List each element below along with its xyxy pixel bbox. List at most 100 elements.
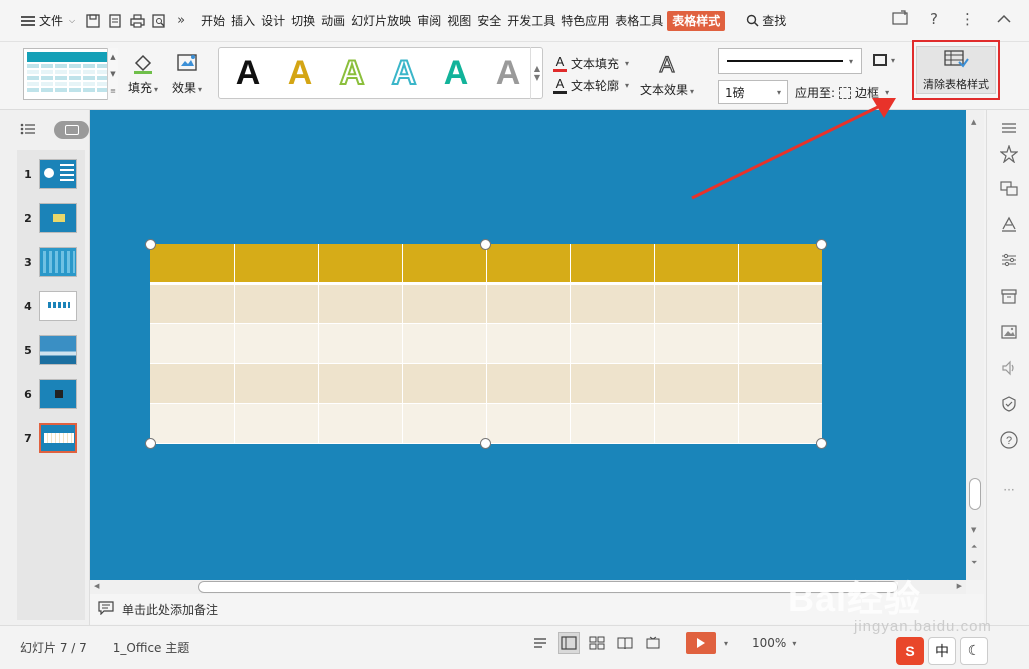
ribbon-tabs: 开始 插入 设计 切换 动画 幻灯片放映 审阅 视图 安全 开发工具 特色应用 … [198, 10, 789, 31]
wordart-style-4[interactable]: A [385, 53, 423, 93]
tab-home[interactable]: 开始 [199, 11, 227, 31]
scroll-up-icon[interactable]: ▲ [534, 64, 540, 73]
wordart-style-2[interactable]: A [281, 53, 319, 93]
slide-sorter-icon[interactable] [586, 632, 608, 654]
slide-thumbnail-3[interactable]: 3 [17, 242, 85, 282]
text-effect-button[interactable]: A 文本效果 ▾ [640, 51, 694, 98]
resize-handle-top[interactable] [480, 239, 491, 250]
scroll-down-icon[interactable]: ▼ [534, 73, 540, 82]
tab-view[interactable]: 视图 [445, 11, 473, 31]
scroll-left-icon[interactable]: ◀ [94, 582, 99, 590]
search-button[interactable]: 查找 [744, 11, 788, 31]
help-icon[interactable]: ? [999, 430, 1019, 450]
wordart-style-6[interactable]: A [489, 53, 527, 93]
expand-gallery-icon[interactable]: ≡ [110, 87, 116, 95]
tab-transition[interactable]: 切换 [289, 11, 317, 31]
wordart-style-5[interactable]: A [437, 53, 475, 93]
scroll-up-icon[interactable]: ▲ [971, 118, 976, 126]
slide-thumbnail-7[interactable]: 7 [17, 418, 85, 458]
presenter-view-icon[interactable] [642, 632, 664, 654]
transition-pane-icon[interactable] [999, 178, 1019, 198]
gallery-scroll[interactable]: ▲ ▼ ≡ [107, 48, 118, 100]
resize-handle-top-left[interactable] [145, 239, 156, 250]
tab-security[interactable]: 安全 [475, 11, 503, 31]
chevron-down-icon: ▾ [891, 55, 896, 65]
more-options-icon[interactable]: ⋮ [960, 10, 975, 28]
fill-button[interactable]: 填充 ▾ [128, 50, 158, 96]
tab-slideshow[interactable]: 幻灯片放映 [349, 11, 413, 31]
table-style-gallery[interactable] [23, 48, 118, 100]
resize-handle-bottom-left[interactable] [145, 438, 156, 449]
slide-thumbnail-1[interactable]: 1 [17, 154, 85, 194]
scroll-down-icon[interactable]: ▼ [971, 526, 976, 534]
slide-thumbnail-5[interactable]: 5 [17, 330, 85, 370]
help-icon[interactable]: ? [930, 10, 938, 28]
scrollbar-thumb[interactable] [969, 478, 981, 510]
collapse-sidebar-icon[interactable] [999, 118, 1019, 138]
tab-table-tools[interactable]: 表格工具 [613, 11, 665, 31]
tab-features[interactable]: 特色应用 [559, 11, 611, 31]
audio-icon[interactable] [999, 358, 1019, 378]
collapse-ribbon-icon[interactable] [997, 12, 1011, 26]
export-pdf-icon[interactable] [104, 10, 126, 32]
right-sidebar: ? ··· [986, 110, 1029, 625]
slide-thumbnail-6[interactable]: 6 [17, 374, 85, 414]
ime-mode-button[interactable]: 中 [928, 637, 956, 665]
theme-name[interactable]: 1_Office 主题 [113, 639, 189, 656]
apply-to-select[interactable]: 应用至: 边框 ▾ [795, 84, 889, 101]
slide-thumbnail-4[interactable]: 4 [17, 286, 85, 326]
sogou-logo-icon[interactable]: S [896, 637, 924, 665]
thumbnail-view-toggle[interactable] [54, 121, 89, 139]
current-slide[interactable] [90, 110, 966, 580]
slide-thumbnail-2[interactable]: 2 [17, 198, 85, 238]
archive-icon[interactable] [999, 286, 1019, 306]
tab-review[interactable]: 审阅 [415, 11, 443, 31]
text-fill-button[interactable]: A 文本填充 ▾ [553, 52, 629, 74]
chevron-down-icon[interactable]: ▾ [724, 639, 728, 648]
normal-view-icon[interactable] [558, 632, 580, 654]
more-chevron-icon[interactable]: » [170, 10, 192, 32]
vertical-scrollbar[interactable]: ▲ ▼ ⏶ ⏷ [966, 110, 984, 580]
play-slideshow-button[interactable] [686, 632, 716, 654]
line-weight-select[interactable]: 1磅 ▾ [718, 80, 788, 104]
tab-table-style[interactable]: 表格样式 [667, 10, 726, 31]
outline-view-icon[interactable] [20, 123, 36, 138]
shield-icon[interactable] [999, 394, 1019, 414]
print-icon[interactable] [126, 10, 148, 32]
notes-toggle-icon[interactable] [530, 632, 552, 654]
more-icon[interactable]: ··· [999, 480, 1019, 500]
wordart-scroll[interactable]: ▲ ▼ [530, 47, 543, 99]
tab-design[interactable]: 设计 [259, 11, 287, 31]
resize-handle-top-right[interactable] [816, 239, 827, 250]
tab-animation[interactable]: 动画 [319, 11, 347, 31]
text-format-icon[interactable] [999, 214, 1019, 234]
text-outline-button[interactable]: A 文本轮廓 ▾ [553, 74, 629, 96]
tab-insert[interactable]: 插入 [229, 11, 257, 31]
effect-button[interactable]: 效果 ▾ [172, 50, 202, 96]
prev-slide-icon[interactable]: ⏶ [971, 542, 977, 552]
property-settings-icon[interactable] [999, 250, 1019, 270]
print-preview-icon[interactable] [148, 10, 170, 32]
clear-table-style-button[interactable]: 清除表格样式 [916, 46, 996, 94]
scroll-up-icon[interactable]: ▲ [110, 53, 115, 61]
share-icon[interactable] [892, 10, 908, 28]
wordart-style-3[interactable]: A [333, 53, 371, 93]
resize-handle-bottom-right[interactable] [816, 438, 827, 449]
moon-icon[interactable]: ☾ [960, 637, 988, 665]
slide-table[interactable] [150, 244, 822, 445]
tab-developer[interactable]: 开发工具 [505, 11, 557, 31]
reading-view-icon[interactable] [614, 632, 636, 654]
file-menu[interactable]: 文件 ⌵ [14, 8, 82, 34]
next-slide-icon[interactable]: ⏷ [971, 558, 977, 568]
text-outline-label: 文本轮廓 [571, 78, 620, 93]
animation-pane-icon[interactable] [999, 144, 1019, 164]
wordart-style-1[interactable]: A [229, 53, 267, 93]
border-button[interactable]: ▾ [873, 54, 895, 66]
resize-handle-bottom[interactable] [480, 438, 491, 449]
notes-placeholder[interactable]: 单击此处添加备注 [122, 601, 218, 618]
scroll-down-icon[interactable]: ▼ [110, 70, 115, 78]
image-icon[interactable] [999, 322, 1019, 342]
zoom-select[interactable]: 100% ▾ [752, 636, 796, 650]
save-icon[interactable] [82, 10, 104, 32]
line-style-select[interactable]: ▾ [718, 48, 862, 74]
